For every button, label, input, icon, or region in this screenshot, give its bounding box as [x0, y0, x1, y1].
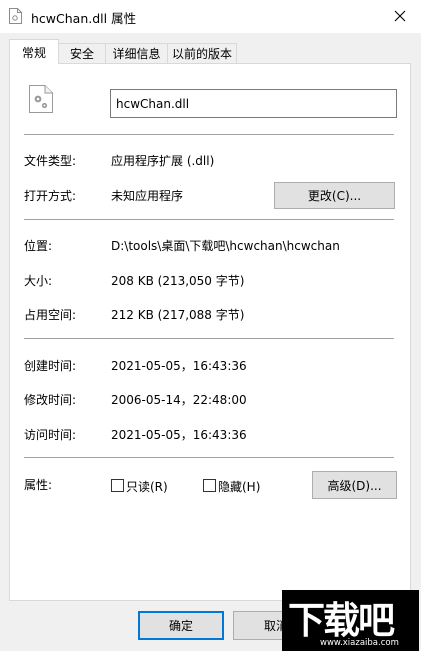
size-on-disk-value: 212 KB (217,088 字节)	[111, 308, 245, 322]
size-value: 208 KB (213,050 字节)	[111, 274, 245, 288]
location-label: 位置:	[24, 239, 53, 253]
location-value: D:\tools\桌面\下载吧\hcwchan\hcwchan	[111, 239, 340, 253]
opens-with-label: 打开方式:	[24, 189, 77, 203]
modified-value: 2006-05-14，22:48:00	[111, 393, 247, 407]
file-type-value: 应用程序扩展 (.dll)	[111, 154, 215, 168]
file-icon	[9, 8, 22, 24]
ok-button[interactable]: 确定	[138, 611, 224, 640]
title-bar: hcwChan.dll 属性	[0, 0, 421, 33]
readonly-label[interactable]: 只读(R)	[126, 478, 168, 495]
tab-previous-versions[interactable]: 以前的版本	[167, 43, 237, 63]
accessed-label: 访问时间:	[24, 428, 77, 442]
file-name-input[interactable]	[110, 89, 397, 118]
modified-label: 修改时间:	[24, 393, 77, 407]
close-button[interactable]	[386, 3, 414, 29]
created-value: 2021-05-05，16:43:36	[111, 359, 247, 373]
accessed-value: 2021-05-05，16:43:36	[111, 428, 247, 442]
file-type-label: 文件类型:	[24, 154, 77, 168]
separator	[24, 338, 394, 339]
tab-security[interactable]: 安全	[58, 43, 106, 63]
separator	[24, 134, 394, 135]
dll-file-icon	[29, 85, 53, 113]
watermark-logo: 下载吧 www.xiazaiba.com	[282, 590, 419, 651]
attributes-label: 属性:	[24, 478, 53, 492]
separator	[24, 457, 394, 458]
size-label: 大小:	[24, 274, 53, 288]
opens-with-value: 未知应用程序	[111, 189, 184, 203]
change-button[interactable]: 更改(C)...	[274, 182, 395, 209]
hidden-checkbox[interactable]	[203, 479, 216, 492]
size-on-disk-label: 占用空间:	[24, 308, 77, 322]
created-label: 创建时间:	[24, 359, 77, 373]
tab-details[interactable]: 详细信息	[105, 43, 168, 63]
separator	[24, 219, 394, 220]
readonly-checkbox[interactable]	[111, 479, 124, 492]
close-icon	[394, 10, 406, 22]
hidden-label[interactable]: 隐藏(H)	[218, 478, 260, 495]
watermark-text: 下载吧	[288, 599, 395, 642]
window-title: hcwChan.dll 属性	[31, 11, 137, 26]
tab-general[interactable]: 常规	[9, 39, 59, 64]
tab-strip: 常规 安全 详细信息 以前的版本	[0, 33, 421, 64]
advanced-button[interactable]: 高级(D)...	[312, 471, 397, 499]
watermark-url: www.xiazaiba.com	[320, 638, 399, 648]
general-panel	[9, 63, 411, 601]
